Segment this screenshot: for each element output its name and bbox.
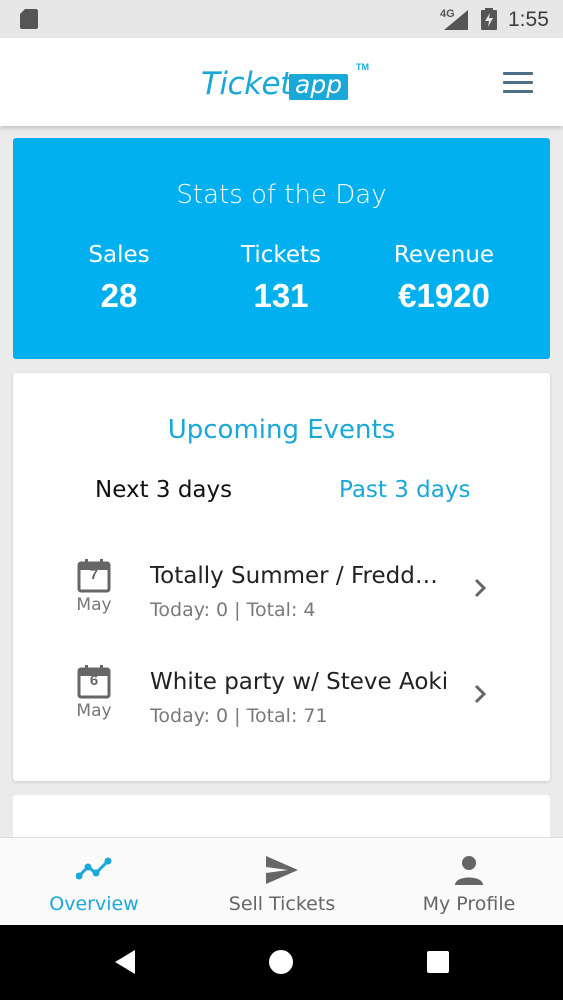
sd-card-icon xyxy=(20,9,38,29)
event-name: White party w/ Steve Aoki xyxy=(150,669,449,695)
logo-trademark: TM xyxy=(356,62,369,72)
nav-label: Overview xyxy=(49,893,139,915)
event-name: Totally Summer / Freddy Le Crack & Frien… xyxy=(150,563,450,589)
event-row[interactable]: 6 May White party w/ Steve Aoki Today: 0… xyxy=(13,657,550,737)
stat-label: Tickets xyxy=(240,242,322,268)
back-icon[interactable] xyxy=(113,949,137,975)
stat-value: 131 xyxy=(253,277,309,314)
stat-tickets: Tickets 131 xyxy=(191,242,371,315)
logo-app-text: app xyxy=(289,72,349,100)
event-month: May xyxy=(76,701,112,721)
chevron-right-icon[interactable] xyxy=(473,683,487,705)
event-day: 6 xyxy=(89,672,99,689)
stat-value: €1920 xyxy=(398,277,490,314)
event-ticket-stats: Today: 0 | Total: 4 xyxy=(150,599,316,621)
nav-sell-tickets[interactable]: Sell Tickets xyxy=(188,838,376,926)
recents-icon[interactable] xyxy=(426,950,450,974)
chevron-right-icon[interactable] xyxy=(473,577,487,599)
stat-sales: Sales 28 xyxy=(29,242,209,315)
home-icon[interactable] xyxy=(268,949,294,975)
stats-card: Stats of the Day Sales 28 Tickets 131 Re… xyxy=(13,138,550,359)
system-nav-bar xyxy=(0,925,563,1000)
event-ticket-stats: Today: 0 | Total: 71 xyxy=(150,705,328,727)
stat-label: Sales xyxy=(88,242,150,268)
clock: 1:55 xyxy=(508,8,549,31)
upcoming-events-card: Upcoming Events Next 3 days Past 3 days … xyxy=(13,373,550,781)
events-title: Upcoming Events xyxy=(167,415,396,445)
status-bar: 4G 1:55 xyxy=(0,0,563,38)
event-day: 7 xyxy=(89,566,99,583)
tab-past-3-days[interactable]: Past 3 days xyxy=(339,477,470,503)
app-header: Ticket app TM xyxy=(0,38,563,126)
battery-charging-icon xyxy=(481,8,497,30)
logo-ticket-text: Ticket xyxy=(201,66,292,102)
trend-line-icon xyxy=(76,857,112,880)
tab-next-3-days[interactable]: Next 3 days xyxy=(95,477,232,503)
event-row[interactable]: 7 May Totally Summer / Freddy Le Crack &… xyxy=(13,551,550,631)
send-icon xyxy=(266,856,298,884)
stat-label: Revenue xyxy=(393,242,495,268)
ticketapp-logo: Ticket app TM xyxy=(201,62,371,106)
nav-label: Sell Tickets xyxy=(228,893,336,915)
stat-revenue: Revenue €1920 xyxy=(354,242,534,315)
hamburger-menu-icon[interactable] xyxy=(503,72,533,94)
event-month: May xyxy=(76,595,112,615)
stats-title: Stats of the Day xyxy=(176,180,387,210)
nav-my-profile[interactable]: My Profile xyxy=(375,838,563,926)
stat-value: 28 xyxy=(100,277,138,314)
person-icon xyxy=(455,856,483,885)
nav-overview[interactable]: Overview xyxy=(0,838,188,926)
signal-icon xyxy=(444,10,468,30)
nav-label: My Profile xyxy=(422,893,516,915)
bottom-nav: Overview Sell Tickets My Profile xyxy=(0,837,563,925)
